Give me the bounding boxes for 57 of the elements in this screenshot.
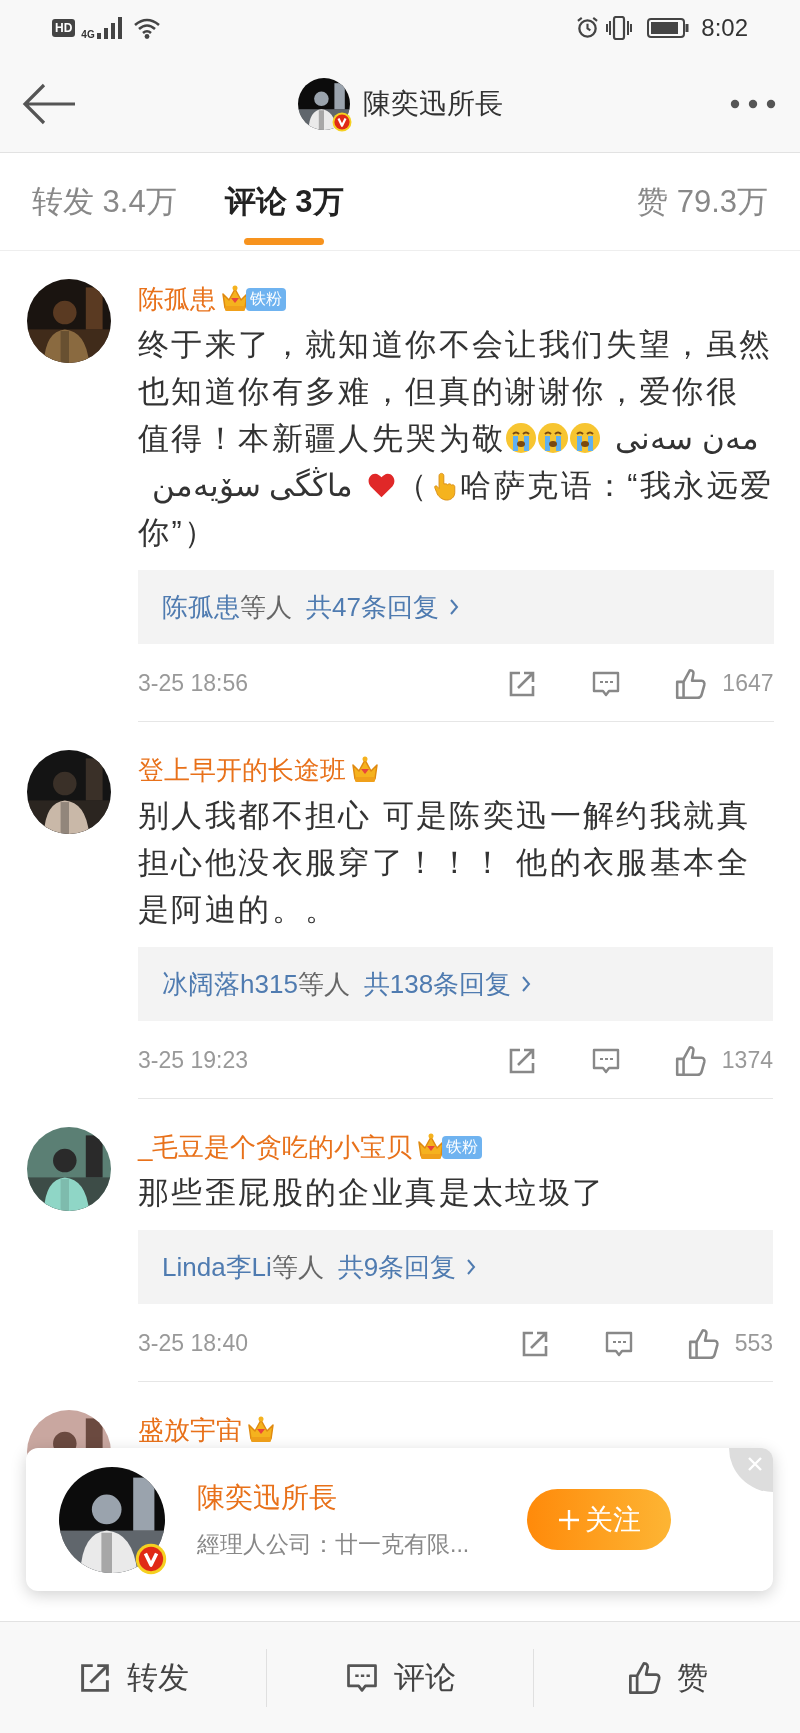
tab[interactable]: 赞 79.3万 (637, 153, 768, 250)
comment-text: 也知道你有多难，但真的谢谢你，爱你很 (138, 373, 740, 410)
fan-badge: 铁粉 (442, 1135, 483, 1159)
heart-icon (367, 471, 397, 500)
comment-text: 哈萨克语：“我永远爱 (460, 467, 774, 504)
crying-face-icon (569, 422, 602, 455)
replies-link[interactable]: 冰阔落h315等人 共138条回复 (138, 947, 773, 1021)
plus-icon (557, 1507, 581, 1532)
like-count: 553 (734, 1330, 773, 1357)
like-count: 1374 (721, 1047, 773, 1074)
username[interactable]: 陈孤患 (138, 281, 216, 317)
thumbs-up-icon[interactable] (686, 1326, 721, 1361)
comment-text: مەن سەنى (615, 420, 759, 457)
replies-link[interactable]: Linda李Li等人 共9条回复 (138, 1230, 773, 1304)
comment-text: 你”） (138, 514, 218, 551)
tab[interactable]: 评论 3万 (224, 153, 344, 250)
signal-icon (96, 16, 123, 39)
toolbar-button[interactable]: 评论 (267, 1656, 533, 1699)
username[interactable]: _毛豆是个贪吃的小宝贝 (138, 1129, 413, 1165)
account-description: 經理人公司：廿一克有限... (197, 1530, 471, 1559)
comment-text: 那些歪屁股的企业真是太垃圾了 (138, 1174, 607, 1211)
more-icon[interactable] (730, 97, 776, 110)
toolbar-button[interactable]: 赞 (534, 1656, 800, 1699)
comment-text: ماڭگى سۆيەمن (152, 466, 354, 506)
account-name[interactable]: 陳奕迅所長 (197, 1479, 497, 1517)
clock-time: 8:02 (701, 13, 748, 42)
chevron-icon (466, 1258, 477, 1276)
crying-face-icon (537, 422, 570, 455)
vibrate-icon (605, 15, 634, 40)
thumbs-up-icon[interactable] (673, 1043, 708, 1078)
thumbs-up-icon (626, 1659, 663, 1696)
network-type: 4G (81, 29, 95, 40)
wifi-icon (132, 16, 161, 39)
comment-time: 3-25 19:23 (138, 1047, 249, 1074)
comment-text: 值得！本新疆人先哭为敬 (138, 420, 506, 457)
tab[interactable]: 转发 3.4万 (32, 153, 177, 250)
username[interactable]: 盛放宇宙 (138, 1412, 242, 1448)
chevron-icon (448, 598, 459, 616)
page-title: 陳奕迅所長 (362, 86, 503, 121)
back-arrow-icon[interactable] (22, 81, 76, 126)
like-count: 1647 (722, 670, 774, 697)
chevron-icon (521, 975, 532, 993)
hd-badge: HD (52, 18, 76, 37)
toolbar-button[interactable]: 转发 (0, 1656, 266, 1699)
battery-icon (647, 16, 690, 39)
comment-text: 别人我都不担心 可是陈奕迅一解约我就真担心他没衣服穿了！！！ 他的衣服基本全是阿迪的。。 (138, 797, 752, 928)
crying-face-icon (505, 422, 538, 455)
username[interactable]: 登上早开的长途班 (138, 752, 346, 788)
alarm-icon (576, 16, 600, 39)
comment-time: 3-25 18:40 (138, 1330, 249, 1357)
comment-text: 终于来了，就知道你不会让我们失望，虽然 (138, 326, 773, 363)
replies-link[interactable]: 陈孤患等人 共47条回复 (138, 570, 774, 644)
comment-time: 3-25 18:56 (138, 670, 249, 697)
thumbs-up-icon[interactable] (674, 666, 709, 701)
comment-text: （ (396, 467, 430, 504)
follow-button[interactable]: 关注 (527, 1489, 671, 1550)
fan-badge: 铁粉 (246, 287, 286, 311)
